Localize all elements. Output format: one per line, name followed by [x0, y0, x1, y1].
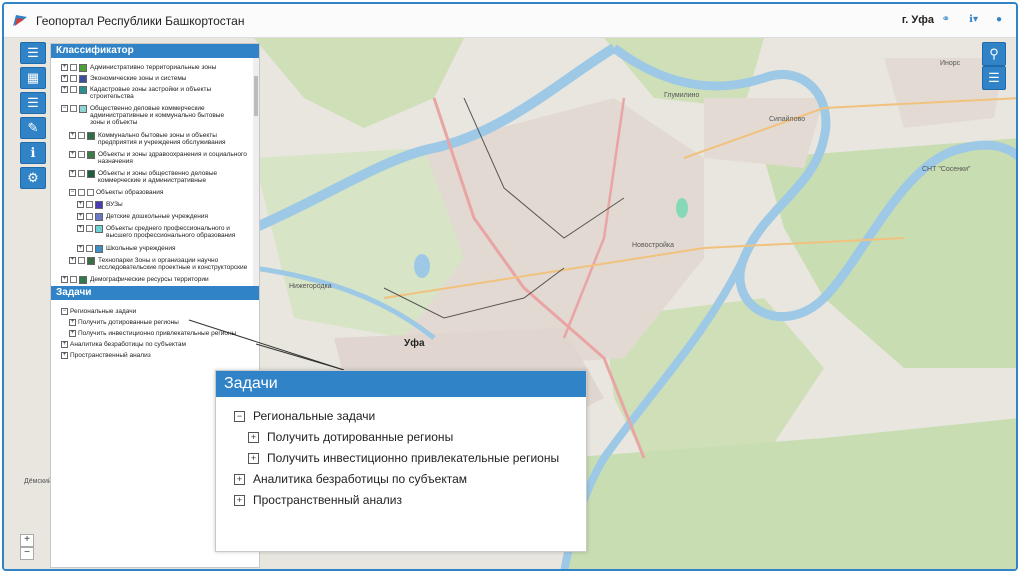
collapse-icon[interactable]: − — [234, 410, 245, 422]
expand-icon[interactable]: + — [248, 452, 259, 464]
task-item[interactable]: + Получить дотированные регионы — [248, 430, 453, 444]
tasks-callout-title: Задачи — [216, 371, 586, 397]
expand-icon[interactable]: + — [234, 494, 245, 506]
task-item[interactable]: − Региональные задачи — [234, 409, 375, 423]
task-item[interactable]: + Пространственный анализ — [234, 493, 402, 507]
expand-icon[interactable]: + — [248, 431, 259, 443]
tasks-zoom-callout: Задачи − Региональные задачи + Получить до… — [215, 370, 587, 552]
expand-icon[interactable]: + — [234, 473, 245, 485]
task-item[interactable]: + Получить инвестиционно привлекательные … — [248, 451, 559, 465]
app-frame: Геопортал Республики Башкортостан г. Уфа… — [2, 2, 1018, 571]
task-item[interactable]: + Аналитика безработицы по субъектам — [234, 472, 467, 486]
